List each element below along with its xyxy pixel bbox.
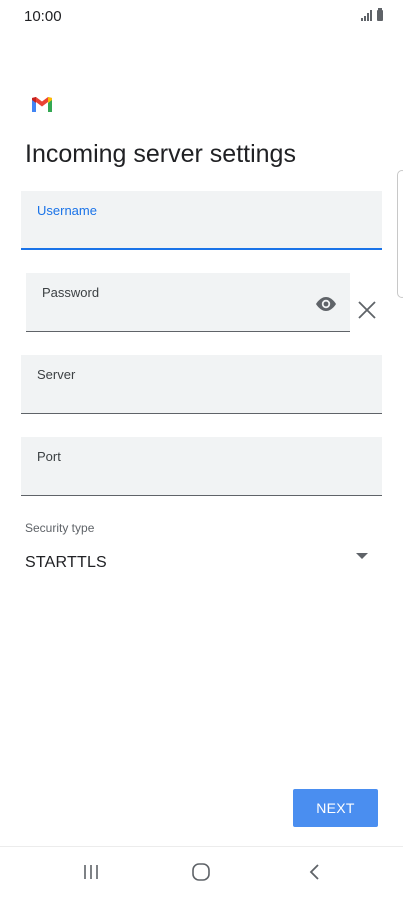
next-button[interactable]: NEXT [293,789,378,827]
eye-icon[interactable] [314,295,338,313]
back-icon[interactable] [302,861,328,883]
signal-icon [361,10,372,21]
security-type-select[interactable]: STARTTLS [21,542,382,582]
status-time: 10:00 [24,8,62,25]
server-field[interactable]: Server [21,355,382,414]
status-icons [361,8,383,21]
clear-icon[interactable] [357,300,377,320]
password-label: Password [42,285,100,300]
dropdown-arrow-icon [356,553,368,559]
page-title: Incoming server settings [25,140,296,168]
recents-icon[interactable] [78,861,104,883]
gmail-logo [32,97,52,112]
home-icon[interactable] [188,861,214,883]
username-label: Username [37,203,97,218]
navigation-bar [0,846,403,897]
security-type-value: STARTTLS [25,554,107,571]
password-field[interactable]: Password [26,273,350,332]
edge-panel-handle[interactable] [397,170,403,298]
server-label: Server [37,367,76,382]
username-field[interactable]: Username [21,191,382,250]
battery-icon [377,8,383,21]
port-label: Port [37,449,61,464]
security-type-label: Security type [25,521,95,535]
port-field[interactable]: Port [21,437,382,496]
